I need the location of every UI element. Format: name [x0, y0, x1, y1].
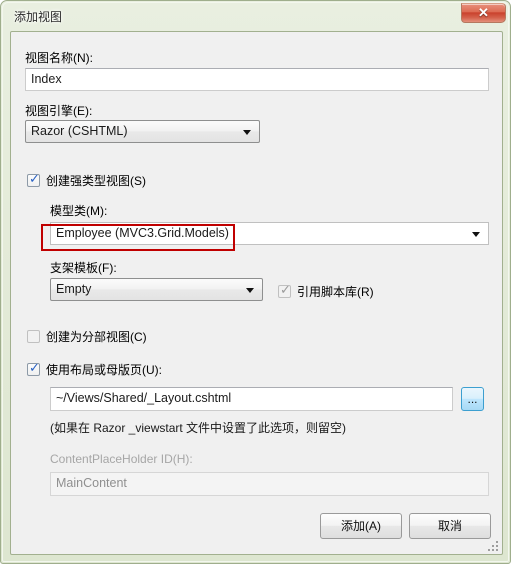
use-layout-label: 使用布局或母版页(U):	[46, 363, 162, 377]
model-class-combobox[interactable]: Employee (MVC3.Grid.Models)	[50, 222, 489, 245]
chevron-down-icon	[243, 129, 251, 135]
ellipsis-icon: ...	[467, 392, 478, 406]
close-icon: ✕	[478, 5, 489, 20]
layout-hint-text: (如果在 Razor _viewstart 文件中设置了此选项，则留空)	[50, 421, 347, 435]
title-bar: 添加视图 ✕	[1, 1, 511, 31]
cancel-button[interactable]: 取消	[409, 513, 491, 539]
checkbox-box	[27, 330, 40, 343]
chevron-down-icon	[246, 287, 254, 293]
add-button[interactable]: 添加(A)	[320, 513, 402, 539]
view-engine-label: 视图引擎(E):	[25, 104, 93, 118]
resize-grip[interactable]	[487, 540, 499, 552]
view-name-input[interactable]: Index	[25, 68, 489, 91]
model-class-label: 模型类(M):	[50, 204, 108, 218]
strongly-typed-view-label: 创建强类型视图(S)	[46, 174, 146, 188]
check-icon: ✓	[29, 360, 40, 375]
browse-layout-button[interactable]: ...	[461, 387, 484, 411]
content-placeholder-input[interactable]: MainContent	[50, 472, 489, 496]
create-partial-view-label: 创建为分部视图(C)	[46, 330, 147, 344]
check-icon: ✓	[280, 282, 291, 297]
checkbox-box: ✓	[27, 171, 40, 187]
cancel-button-label: 取消	[437, 519, 462, 533]
scaffold-template-combobox[interactable]: Empty	[50, 278, 263, 301]
dialog-title: 添加视图	[14, 10, 63, 24]
check-icon: ✓	[29, 171, 40, 186]
checkbox-box: ✓	[278, 282, 291, 298]
scaffold-template-label: 支架模板(F):	[50, 261, 117, 275]
content-placeholder-label: ContentPlaceHolder ID(H):	[50, 452, 193, 466]
scaffold-template-value: Empty	[56, 282, 92, 296]
close-button[interactable]: ✕	[461, 3, 506, 23]
view-engine-value: Razor (CSHTML)	[31, 124, 128, 138]
chevron-down-icon	[472, 231, 480, 237]
dialog-client-area: 视图名称(N): Index 视图引擎(E): Razor (CSHTML) ✓…	[10, 31, 503, 555]
add-view-dialog-window: 添加视图 ✕ 视图名称(N): Index 视图引擎(E): Razor (CS…	[0, 0, 511, 564]
layout-path-input[interactable]: ~/Views/Shared/_Layout.cshtml	[50, 387, 453, 411]
model-class-value: Employee (MVC3.Grid.Models)	[56, 226, 229, 240]
view-engine-combobox[interactable]: Razor (CSHTML)	[25, 120, 260, 143]
add-button-label: 添加(A)	[341, 519, 381, 533]
reference-script-libraries-label: 引用脚本库(R)	[297, 285, 374, 299]
view-name-label: 视图名称(N):	[25, 51, 93, 65]
checkbox-box: ✓	[27, 360, 40, 376]
